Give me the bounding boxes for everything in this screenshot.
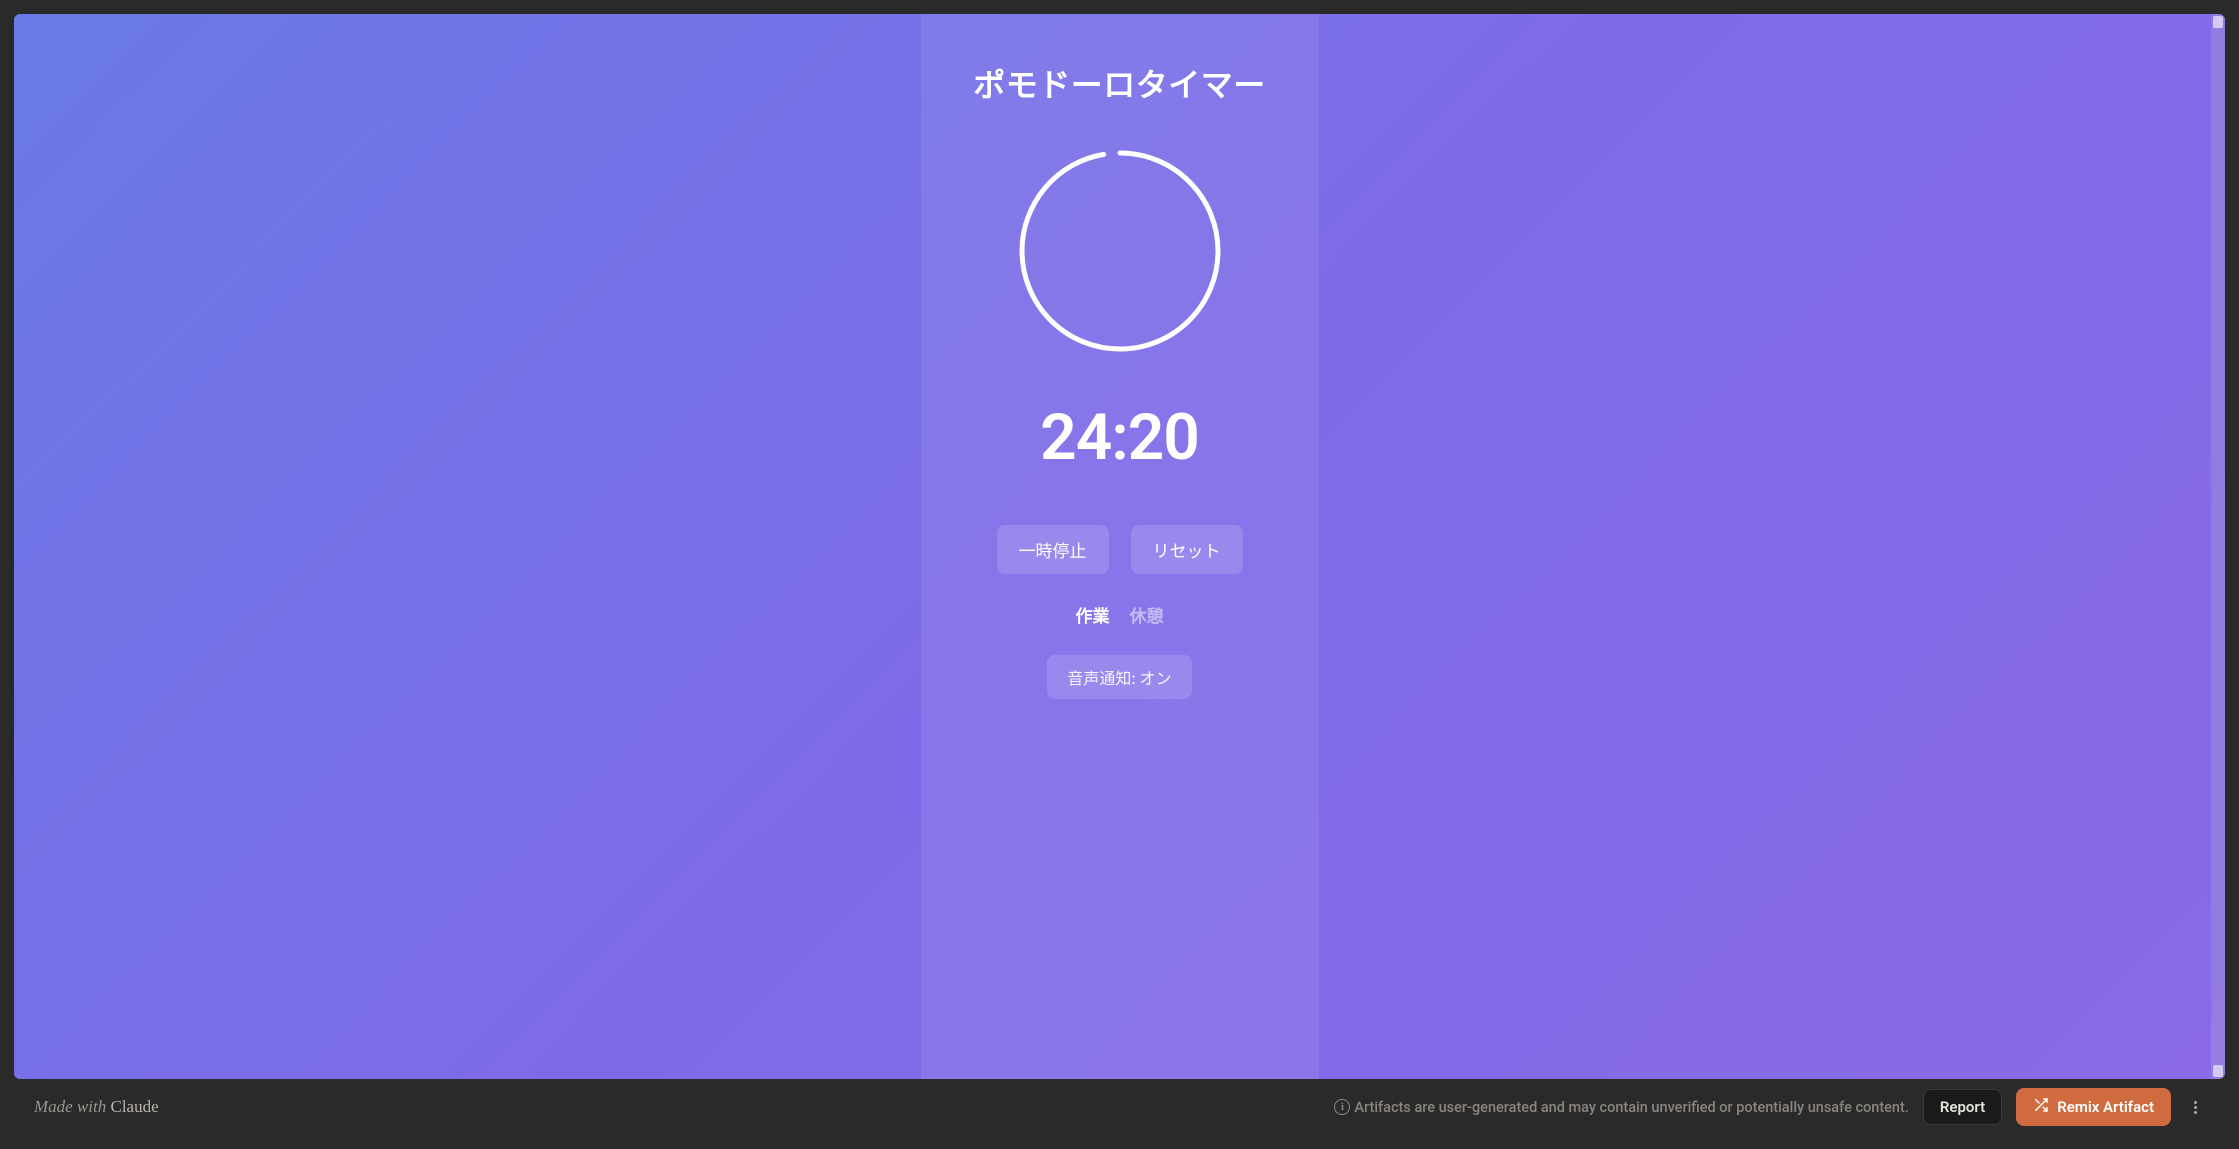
remix-label: Remix Artifact xyxy=(2057,1098,2154,1116)
warning-text: i Artifacts are user-generated and may c… xyxy=(1334,1099,1908,1116)
made-with-prefix: Made with xyxy=(34,1097,111,1116)
time-display: 24:20 xyxy=(1040,400,1199,475)
dot-icon xyxy=(2194,1101,2197,1104)
timer-panel: ポモドーロタイマー 24:20 一時停止 リセット 作業 休憩 音声通知: オン xyxy=(921,14,1319,1079)
dot-icon xyxy=(2194,1111,2197,1114)
mode-break[interactable]: 休憩 xyxy=(1130,602,1164,627)
scrollbar-down-arrow[interactable] xyxy=(2213,1065,2223,1077)
dot-icon xyxy=(2194,1106,2197,1109)
more-menu-button[interactable] xyxy=(2185,1095,2205,1120)
scrollbar-up-arrow[interactable] xyxy=(2213,16,2223,28)
info-icon: i xyxy=(1334,1099,1350,1115)
made-with-label: Made with Claude xyxy=(34,1097,159,1117)
sound-toggle-button[interactable]: 音声通知: オン xyxy=(1047,655,1191,699)
app-viewport: ポモドーロタイマー 24:20 一時停止 リセット 作業 休憩 音声通知: オン xyxy=(14,14,2225,1079)
reset-button[interactable]: リセット xyxy=(1131,525,1243,574)
progress-ring xyxy=(1015,146,1225,356)
footer-bar: Made with Claude i Artifacts are user-ge… xyxy=(14,1079,2225,1135)
mode-row: 作業 休憩 xyxy=(1076,602,1164,627)
remix-button[interactable]: Remix Artifact xyxy=(2016,1088,2171,1126)
warning-message: Artifacts are user-generated and may con… xyxy=(1354,1099,1908,1116)
mode-work[interactable]: 作業 xyxy=(1076,602,1110,627)
made-with-brand: Claude xyxy=(111,1097,159,1116)
pause-button[interactable]: 一時停止 xyxy=(997,525,1109,574)
shuffle-icon xyxy=(2033,1097,2049,1117)
control-button-row: 一時停止 リセット xyxy=(997,525,1243,574)
scrollbar[interactable] xyxy=(2211,14,2225,1079)
report-button[interactable]: Report xyxy=(1923,1089,2002,1125)
timer-title: ポモドーロタイマー xyxy=(973,60,1266,106)
app-frame: ポモドーロタイマー 24:20 一時停止 リセット 作業 休憩 音声通知: オン xyxy=(0,0,2239,1149)
